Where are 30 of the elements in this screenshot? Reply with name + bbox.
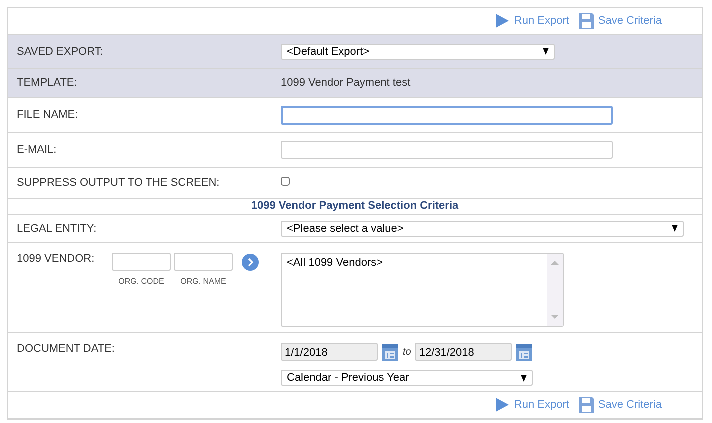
field-label: 1099 VENDOR: (16, 253, 96, 265)
field-label: TEMPLATE: (16, 77, 78, 89)
field-label: E-MAIL: (16, 144, 58, 156)
email-input[interactable] (281, 141, 613, 159)
calendar-icon[interactable] (516, 343, 532, 361)
date-range-dropdown[interactable]: Calendar - Previous Year (281, 370, 533, 386)
section-title: 1099 Vendor Payment Selection Criteria (8, 199, 702, 215)
end-date-field[interactable]: 12/31/2018 (415, 343, 512, 361)
field-caption: ORG. CODE (118, 277, 164, 286)
file-name-input[interactable] (281, 106, 613, 124)
legal-entity-dropdown[interactable]: <Please select a value> (281, 220, 684, 236)
start-date-field[interactable]: 1/1/2018 (281, 343, 378, 361)
field-caption: ORG. NAME (180, 277, 226, 286)
play-icon (494, 13, 510, 29)
org-name-input[interactable] (174, 253, 233, 271)
field-label: FILE NAME: (16, 109, 80, 121)
field-label: SUPPRESS OUTPUT TO THE SCREEN: (16, 177, 221, 189)
to-label: to (403, 346, 412, 358)
scrollbar[interactable] (547, 254, 563, 326)
field-label: SAVED EXPORT: (16, 46, 104, 58)
vendor-listbox[interactable]: <All 1099 Vendors> (281, 253, 564, 327)
org-code-input[interactable] (112, 253, 171, 271)
calendar-icon[interactable] (382, 343, 398, 361)
suppress-checkbox[interactable] (281, 177, 290, 186)
template-name: 1099 Vendor Payment test (281, 77, 411, 89)
list-item[interactable]: <All 1099 Vendors> (287, 257, 542, 269)
field-label: DOCUMENT DATE: (16, 343, 116, 355)
field-label: LEGAL ENTITY: (16, 222, 98, 234)
play-icon (494, 397, 510, 413)
saved-export-dropdown[interactable]: <Default Export> (281, 44, 555, 60)
